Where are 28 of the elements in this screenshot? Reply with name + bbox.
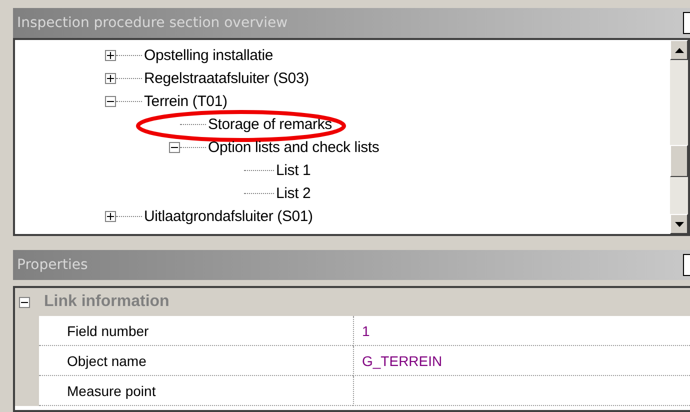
property-name: Field number [39,316,353,346]
tree-item[interactable]: List 2 [276,185,311,202]
scrollbar[interactable] [670,40,688,234]
scroll-down-icon[interactable] [670,214,688,234]
property-value[interactable]: G_TERREIN [353,346,690,376]
scroll-thumb[interactable] [670,145,688,177]
expander-icon[interactable] [105,73,116,84]
panel-title: Inspection procedure section overview [17,15,288,31]
tree-item[interactable]: Opstelling installatie [144,47,274,64]
close-button[interactable] [683,254,690,276]
expander-icon[interactable] [19,296,30,308]
expander-icon[interactable] [169,142,180,153]
tree-item[interactable]: Terrein (T01) [144,93,228,110]
close-button[interactable] [683,12,690,34]
panel-title: Properties [17,257,88,273]
expander-icon[interactable] [105,96,116,107]
tree-item[interactable]: List 1 [276,162,311,179]
expander-icon[interactable] [105,50,116,61]
property-name: Measure point [39,376,353,406]
property-name: Object name [39,346,353,376]
category-label: Link information [44,293,170,311]
tree-item[interactable]: Regelstraatafsluiter (S03) [144,70,309,87]
tree-item[interactable]: Uitlaatgrondafsluiter (S01) [144,208,313,225]
row-gutter [15,376,39,406]
scroll-up-icon[interactable] [670,40,688,60]
tree-item[interactable]: Option lists and check lists [208,139,380,156]
property-value[interactable]: 1 [353,316,690,346]
expander-icon[interactable] [105,211,116,222]
